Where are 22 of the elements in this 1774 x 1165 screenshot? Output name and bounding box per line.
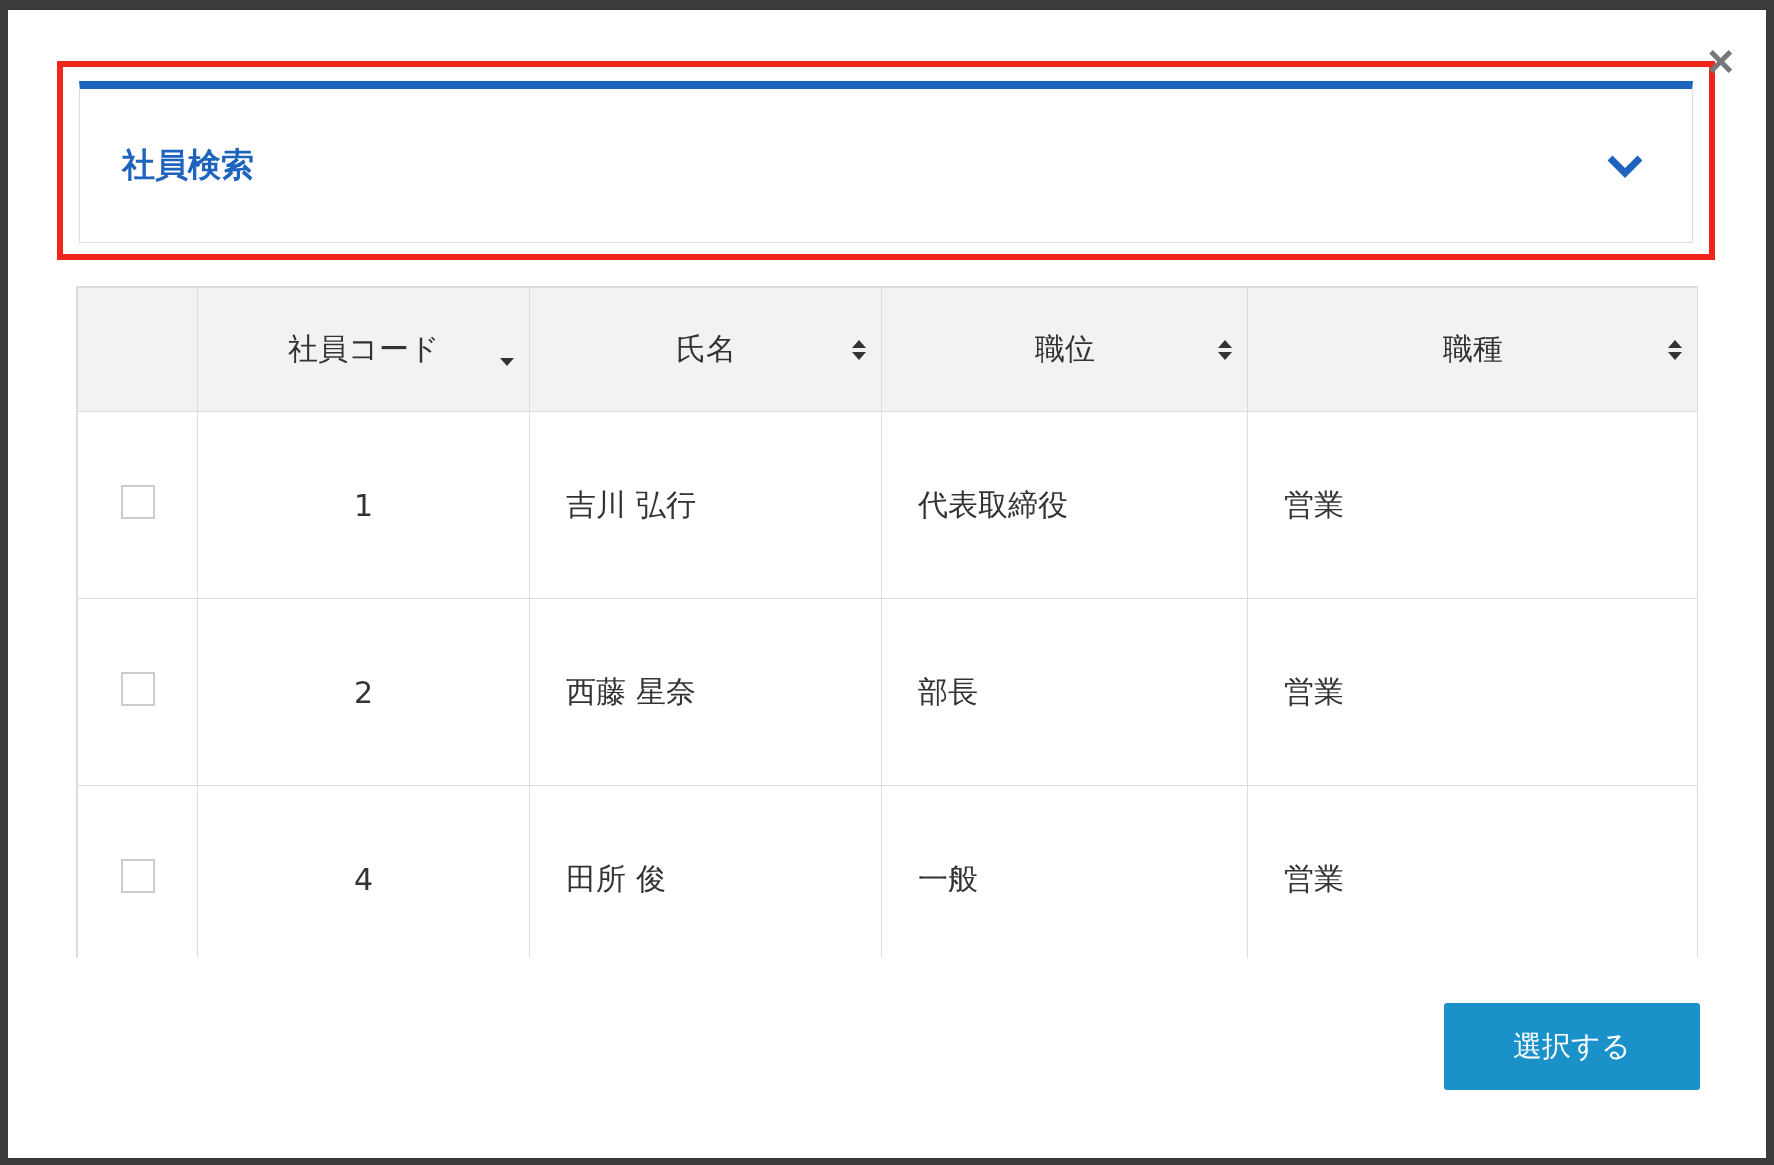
table-cell: 代表取締役 — [881, 411, 1248, 599]
row-checkbox[interactable] — [120, 484, 155, 519]
row-checkbox[interactable] — [120, 858, 155, 893]
table-cell: 部長 — [881, 598, 1248, 786]
column-header[interactable]: 職位 — [881, 287, 1248, 412]
table-cell: 吉川 弘行 — [529, 411, 882, 599]
table-cell: 西藤 星奈 — [529, 598, 882, 786]
sort-down-icon[interactable] — [499, 356, 515, 367]
column-header[interactable]: 氏名 — [529, 287, 882, 412]
search-panel-header[interactable]: 社員検索 — [79, 81, 1693, 243]
select-button[interactable]: 選択する — [1444, 1003, 1700, 1090]
table-cell: 1 — [197, 411, 530, 599]
sort-icon[interactable] — [851, 338, 867, 361]
table-cell: 2 — [197, 598, 530, 786]
close-button[interactable]: × — [1707, 38, 1734, 84]
sort-icon[interactable] — [1667, 338, 1683, 361]
panel-title: 社員検索 — [122, 144, 254, 186]
chevron-icon[interactable] — [1606, 153, 1644, 178]
column-header[interactable]: 社員コード — [197, 287, 530, 412]
column-header[interactable]: 職種 — [1247, 287, 1697, 412]
sort-icon[interactable] — [1217, 338, 1233, 361]
row-checkbox[interactable] — [120, 671, 155, 706]
